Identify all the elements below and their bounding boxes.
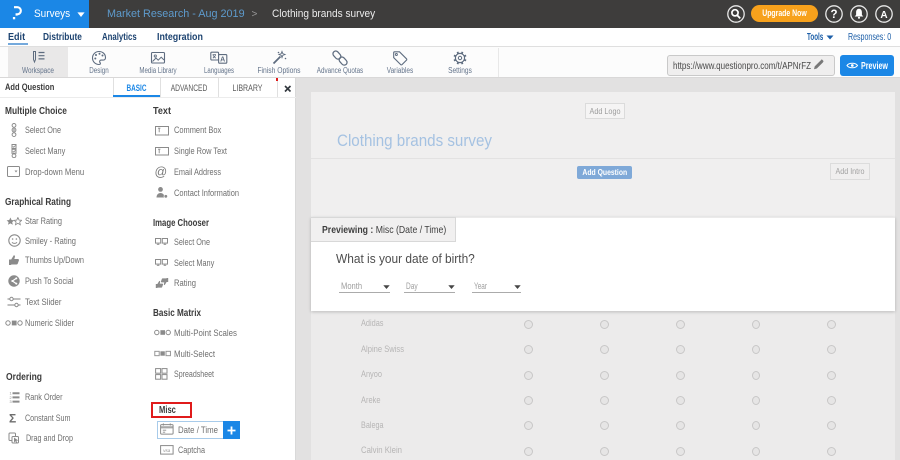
svg-text:?: ?: [830, 9, 837, 21]
svg-text:3: 3: [10, 400, 12, 403]
svg-text:Σ: Σ: [9, 412, 16, 425]
svg-text:A: A: [880, 10, 887, 21]
svg-text:A: A: [220, 57, 225, 64]
svg-text:vsa: vsa: [163, 448, 171, 453]
